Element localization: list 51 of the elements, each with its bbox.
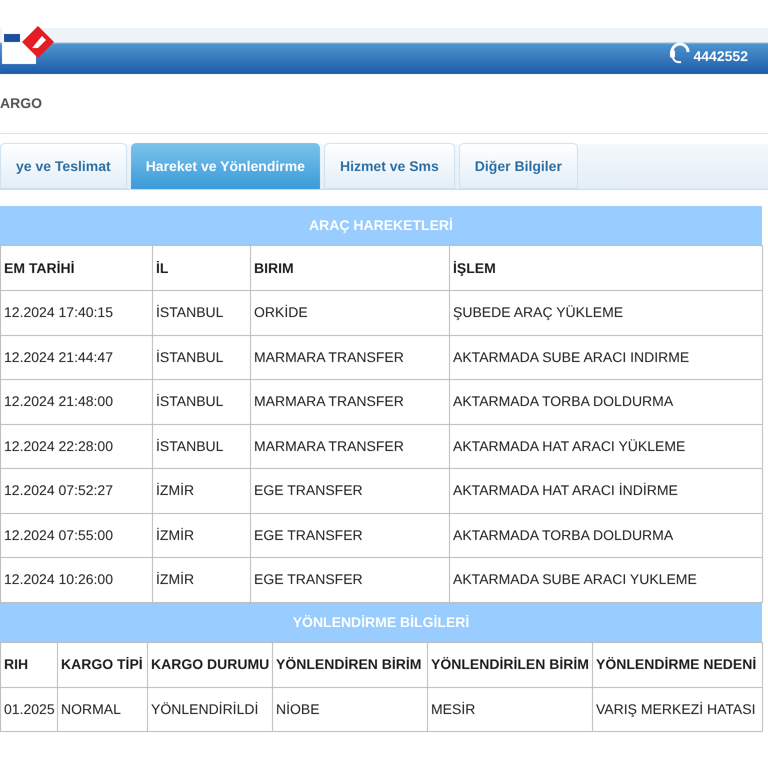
- table-cell: 12.2024 17:40:15: [0, 290, 152, 335]
- column-header: İL: [152, 246, 250, 290]
- section-header: ARAÇ HAREKETLERİ: [0, 206, 762, 245]
- table-cell: AKTARMADA HAT ARACI İNDİRME: [450, 468, 762, 513]
- phone-number: 4442552: [693, 46, 748, 66]
- table-cell: EGE TRANSFER: [250, 468, 450, 513]
- column-header: İŞLEM: [450, 246, 762, 290]
- table-cell: İSTANBUL: [152, 424, 250, 468]
- column-header: YÖNLENDİRİLEN BİRİM: [428, 642, 592, 687]
- column-header: EM TARİHİ: [0, 246, 152, 290]
- table-cell: AKTARMADA TORBA DOLDURMA: [450, 513, 762, 558]
- table-cell: 12.2024 22:28:00: [0, 424, 152, 468]
- table-cell: AKTARMADA SUBE ARACI YUKLEME: [450, 558, 762, 602]
- table-cell: İZMİR: [152, 513, 250, 558]
- table-cell: AKTARMADA SUBE ARACI INDIRME: [450, 335, 762, 380]
- table-cell: ŞUBEDE ARAÇ YÜKLEME: [450, 290, 762, 335]
- tab[interactable]: Hizmet ve Sms: [324, 143, 455, 189]
- section-header: YÖNLENDİRME BİLGİLERİ: [0, 602, 762, 642]
- column-header: YÖNLENDİRME NEDENİ: [592, 642, 762, 687]
- table-cell: MESİR: [428, 687, 592, 732]
- table-cell: 12.2024 07:52:27: [0, 468, 152, 513]
- table-cell: 12.2024 10:26:00: [0, 558, 152, 602]
- page-title: ARGO: [0, 94, 42, 113]
- table-cell: NİOBE: [272, 687, 428, 732]
- table-cell: MARMARA TRANSFER: [250, 335, 450, 380]
- column-header: BIRIM: [250, 246, 450, 290]
- column-header: KARGO TİPİ: [58, 642, 148, 687]
- table-cell: AKTARMADA HAT ARACI YÜKLEME: [450, 424, 762, 468]
- column-header: RIH: [0, 642, 58, 687]
- table-cell: 12.2024 21:48:00: [0, 380, 152, 424]
- table-cell: 01.2025: [0, 687, 58, 732]
- table-cell: VARIŞ MERKEZİ HATASI: [592, 687, 762, 732]
- tab[interactable]: Diğer Bilgiler: [458, 143, 578, 189]
- table-cell: İSTANBUL: [152, 380, 250, 424]
- table-cell: İZMİR: [152, 558, 250, 602]
- table-cell: EGE TRANSFER: [250, 558, 450, 602]
- table-cell: İSTANBUL: [152, 290, 250, 335]
- table-cell: ORKİDE: [250, 290, 450, 335]
- table-cell: İZMİR: [152, 468, 250, 513]
- column-header: YÖNLENDİREN BİRİM: [272, 642, 428, 687]
- table-cell: İSTANBUL: [152, 335, 250, 380]
- tab[interactable]: ye ve Teslimat: [0, 143, 127, 189]
- column-header: KARGO DURUMU: [148, 642, 272, 687]
- table-cell: EGE TRANSFER: [250, 513, 450, 558]
- table-cell: MARMARA TRANSFER: [250, 380, 450, 424]
- table-cell: MARMARA TRANSFER: [250, 424, 450, 468]
- table-cell: 12.2024 07:55:00: [0, 513, 152, 558]
- table-cell: NORMAL: [58, 687, 148, 732]
- table-cell: 12.2024 21:44:47: [0, 335, 152, 380]
- table-cell: AKTARMADA TORBA DOLDURMA: [450, 380, 762, 424]
- table-cell: YÖNLENDİRİLDİ: [148, 687, 272, 732]
